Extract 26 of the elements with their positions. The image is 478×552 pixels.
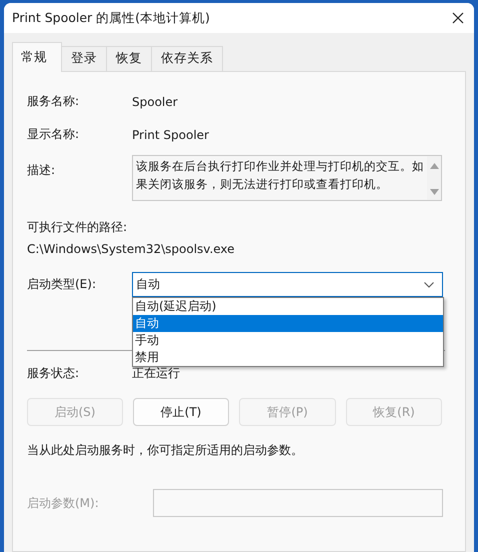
path-text: C:\Windows\System32\spoolsv.exe [27, 242, 236, 256]
chevron-down-icon [424, 282, 434, 288]
scroll-up-icon[interactable] [430, 163, 438, 169]
status-value: 正在运行 [132, 365, 180, 382]
tab[interactable]: 常规 [12, 42, 62, 72]
dropdown-option[interactable]: 自动(延迟启动) [133, 298, 443, 315]
startup-type-dropdown[interactable]: 自动 [132, 272, 443, 297]
field-label: 服务状态: [27, 365, 80, 382]
field-label: 显示名称: [27, 126, 80, 143]
dropdown-option[interactable]: 手动 [133, 332, 443, 349]
close-icon[interactable] [452, 12, 464, 24]
action-button[interactable]: 停止(T) [133, 398, 229, 426]
field-label: 描述: [27, 162, 56, 179]
window-title: Print Spooler 的属性(本地计算机) [12, 10, 210, 26]
dropdown-option[interactable]: 自动 [133, 315, 443, 332]
description-box[interactable]: 该服务在后台执行打印作业并处理与打印机的交互。如果关闭该服务，则无法进行打印或查看打印机。 [132, 155, 442, 201]
field-label: 启动类型(E): [27, 276, 97, 293]
field-label: 启动参数(M): [27, 494, 100, 512]
scroll-down-icon[interactable] [430, 189, 438, 195]
dropdown-option[interactable]: 禁用 [133, 349, 443, 366]
tab[interactable]: 依存关系 [151, 46, 223, 71]
field-label: 服务名称: [27, 93, 80, 110]
hint-text: 当从此处启动服务时，你可指定所适用的启动参数。 [27, 442, 304, 459]
field-label: 可执行文件的路径: [27, 219, 128, 236]
field-value: Print Spooler [132, 128, 209, 142]
field-value: Spooler [132, 94, 178, 108]
